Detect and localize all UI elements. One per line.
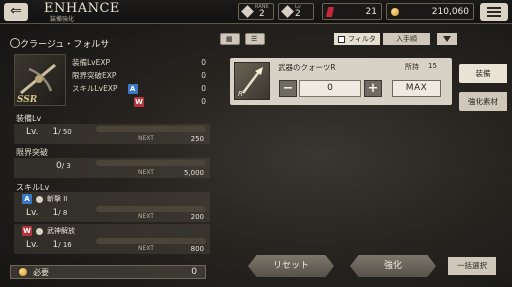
material-name: 武器のクォーツR: [278, 63, 336, 72]
owned-value: 15: [428, 62, 437, 70]
skill-name: 斬撃 II: [47, 195, 68, 203]
skill-name: 武神解放: [47, 227, 75, 235]
exp-value: 0: [201, 58, 206, 67]
gold-orb-icon: [391, 7, 399, 16]
level-value: 2: [295, 9, 301, 19]
bulk-select-button[interactable]: 一括選択: [448, 257, 496, 275]
max-button[interactable]: MAX: [392, 80, 441, 97]
exp-row: スキルLvEXP A 0: [72, 82, 206, 95]
next-value: 250: [190, 135, 204, 143]
exp-label: 限界突破EXP: [72, 71, 117, 80]
limit-break-section-label: 限界突破: [16, 148, 48, 157]
next-value: 200: [190, 213, 204, 221]
crystal-count: 21: [365, 6, 377, 17]
back-arrow-icon: ⇐: [10, 3, 22, 19]
quantity-field[interactable]: 0: [299, 80, 361, 97]
exp-value: 0: [201, 84, 206, 93]
character-name: クラージュ・フォルサ: [20, 40, 110, 50]
red-crystal-icon: [325, 6, 335, 17]
skill-element-icon: [36, 195, 43, 203]
need-value: 0: [191, 267, 197, 277]
next-value: 5,000: [183, 169, 204, 177]
exp-row: W 0: [72, 95, 206, 108]
list-view-button[interactable]: ☰: [245, 33, 265, 45]
lv-label: Lv.: [26, 127, 39, 137]
lv-max: / 8: [58, 209, 68, 217]
gold-count: 210,060: [431, 6, 469, 17]
next-label: NEXT: [138, 245, 154, 252]
increase-button[interactable]: +: [364, 80, 382, 97]
rank-value: 2: [258, 9, 265, 19]
gear-icon: [10, 38, 20, 48]
limit-break-bar: [96, 160, 206, 166]
skill-lv-text: Lv. 1/ 16: [26, 240, 72, 250]
skill-element-icon: [36, 227, 43, 235]
next-label: NEXT: [138, 135, 154, 142]
skill-header: W 武神解放: [22, 226, 75, 236]
exp-table: 装備LvEXP 0 限界突破EXP 0 スキルLvEXP A 0 W 0: [72, 56, 206, 108]
exp-value: 0: [201, 71, 206, 80]
filter-label: フィルタ: [348, 35, 376, 43]
diamond-icon: [281, 5, 294, 18]
tab-equipment[interactable]: 装備: [459, 64, 507, 83]
weapon-skill-badge: W: [134, 96, 144, 107]
sort-button[interactable]: 入手順: [383, 33, 430, 45]
gold-orb-icon: [19, 268, 27, 276]
lv-max: / 50: [58, 128, 72, 136]
active-skill-badge: A: [22, 194, 32, 204]
material-rarity: R: [238, 90, 243, 98]
grid-icon: ▦: [226, 35, 233, 43]
menu-button[interactable]: [480, 3, 508, 21]
limit-break-text: 0/ 3: [56, 161, 71, 171]
sort-order-button[interactable]: [437, 33, 457, 45]
equip-lv-bar: [96, 126, 206, 132]
reset-button[interactable]: リセット: [248, 255, 334, 277]
owned-label: 所持: [405, 63, 419, 71]
limit-max: / 3: [61, 162, 71, 170]
decrease-button[interactable]: −: [279, 80, 297, 97]
need-label: 必要: [33, 267, 49, 277]
lv-label: Lv.: [26, 208, 39, 218]
tab-materials[interactable]: 強化素材: [459, 92, 507, 111]
exp-row: 装備LvEXP 0: [72, 56, 206, 69]
rarity-badge: SSR: [17, 95, 38, 105]
equip-lv-section-label: 装備Lv: [16, 114, 42, 123]
skill-lv-text: Lv. 1/ 8: [26, 208, 67, 218]
back-button[interactable]: ⇐: [4, 3, 28, 21]
page-subtitle: 装備強化: [50, 16, 75, 23]
material-icon: R: [234, 62, 270, 100]
equip-lv-text: Lv. 1/ 50: [26, 127, 72, 137]
active-skill-badge: A: [127, 83, 138, 94]
lv-label: Lv.: [26, 240, 39, 250]
next-label: NEXT: [138, 213, 154, 220]
crystal-chip[interactable]: 21: [322, 3, 382, 20]
list-icon: ☰: [251, 35, 258, 43]
filter-checkbox-icon: [338, 35, 345, 43]
level-chip: Lv 2: [278, 3, 314, 20]
exp-value: 0: [201, 97, 206, 106]
skill-lv-bar: [96, 206, 206, 212]
skill-lv-bar: [96, 238, 206, 244]
gold-chip: 210,060: [386, 3, 474, 20]
enhance-button[interactable]: 強化: [350, 255, 436, 277]
need-row: 必要 0: [10, 265, 206, 279]
filter-button[interactable]: フィルタ: [334, 33, 380, 45]
exp-label: スキルLvEXP: [72, 84, 118, 93]
weapon-skill-badge: W: [22, 226, 32, 236]
rank-chip: RANK 2: [238, 3, 274, 20]
skill-header: A 斬撃 II: [22, 194, 67, 204]
next-value: 800: [190, 245, 204, 253]
grid-view-button[interactable]: ▦: [220, 33, 240, 45]
exp-row: 限界突破EXP 0: [72, 69, 206, 82]
diamond-icon: [241, 5, 254, 18]
exp-label: 装備LvEXP: [72, 58, 111, 67]
next-label: NEXT: [138, 169, 154, 176]
lv-max: / 16: [58, 241, 72, 249]
